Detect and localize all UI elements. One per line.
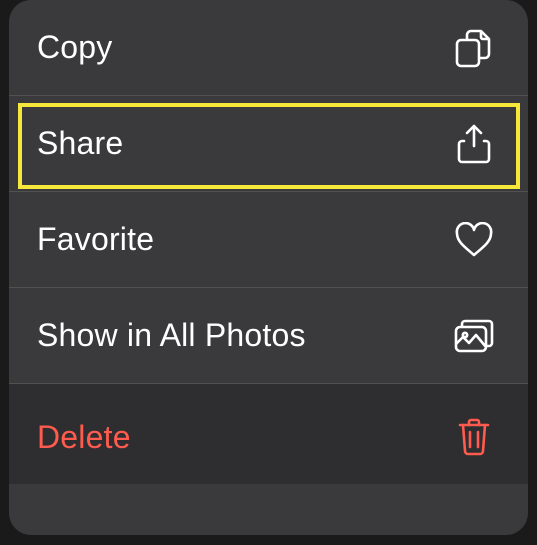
menu-item-label: Copy <box>37 29 113 66</box>
copy-icon <box>452 26 496 70</box>
menu-item-show-in-all-photos[interactable]: Show in All Photos <box>9 288 528 384</box>
trash-icon <box>452 415 496 459</box>
menu-item-share[interactable]: Share <box>9 96 528 192</box>
context-menu: Copy Share Favorite Show in All <box>9 0 528 535</box>
menu-item-favorite[interactable]: Favorite <box>9 192 528 288</box>
photos-icon <box>452 314 496 358</box>
menu-item-delete[interactable]: Delete <box>9 384 528 484</box>
share-icon <box>452 122 496 166</box>
menu-item-label: Favorite <box>37 221 154 258</box>
menu-item-label: Delete <box>37 419 131 456</box>
menu-item-copy[interactable]: Copy <box>9 0 528 96</box>
menu-item-label: Show in All Photos <box>37 317 306 354</box>
menu-item-label: Share <box>37 125 123 162</box>
heart-icon <box>452 218 496 262</box>
